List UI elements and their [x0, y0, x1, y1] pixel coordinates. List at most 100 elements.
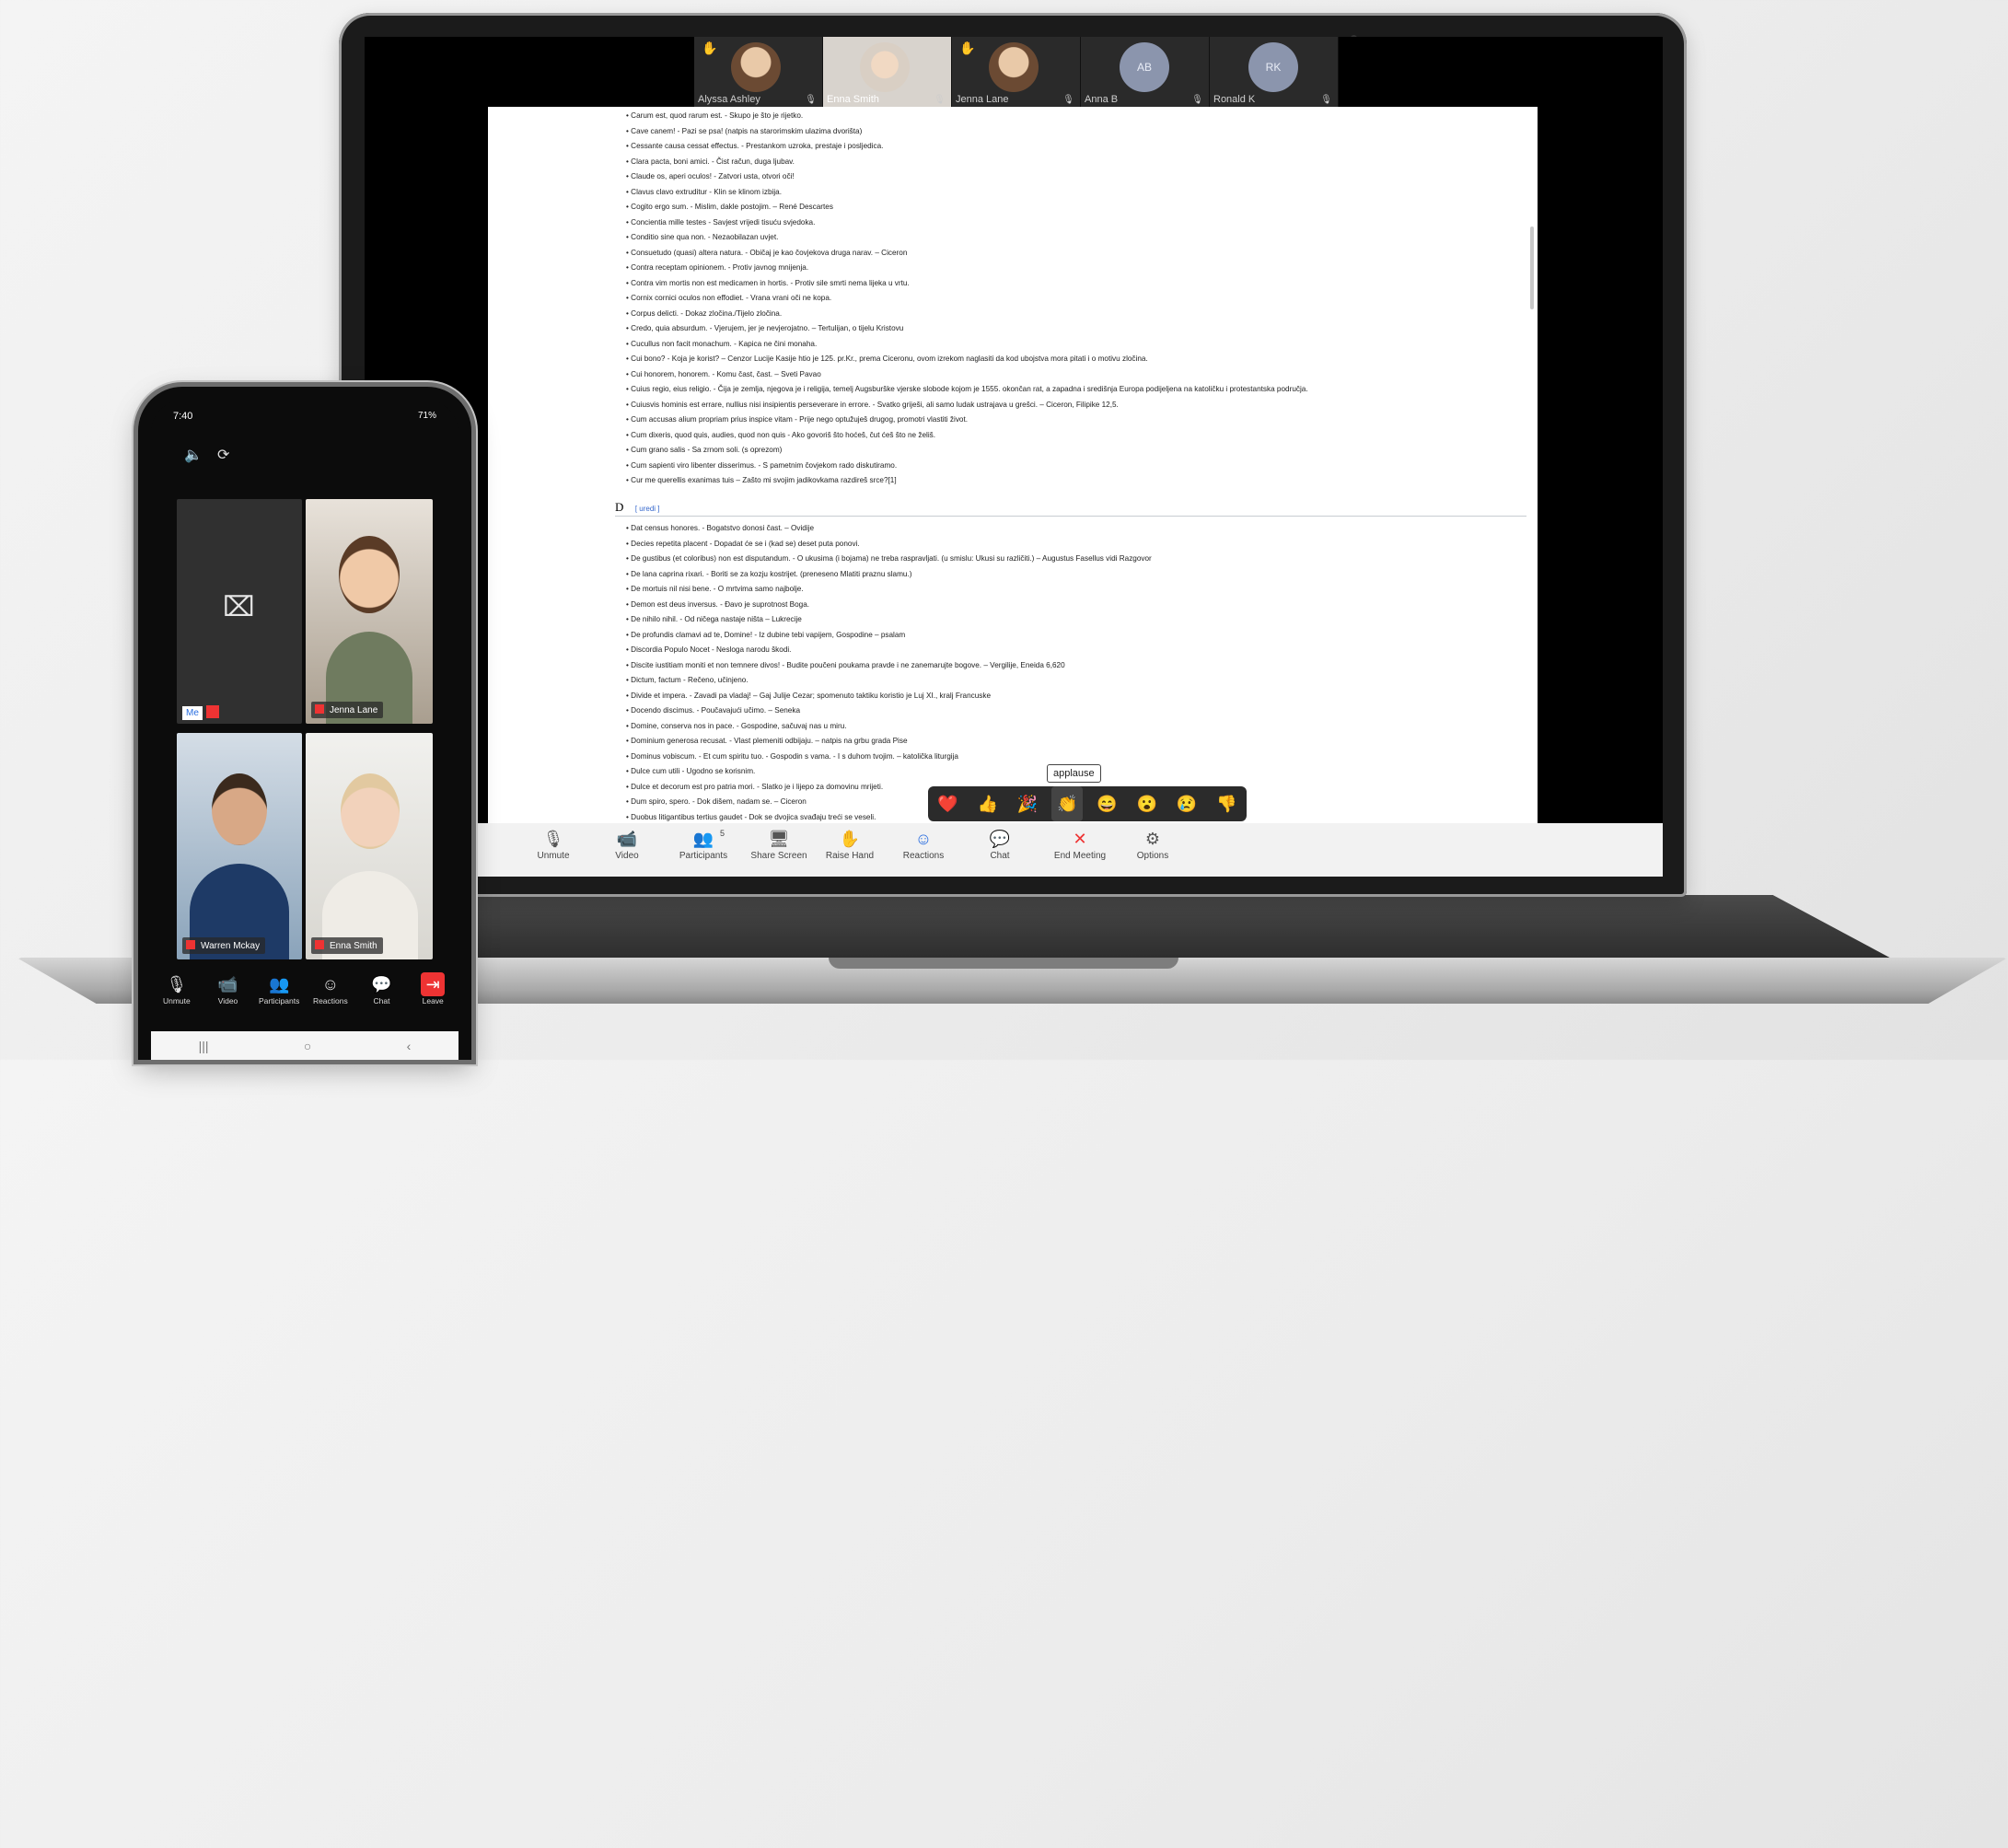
list-item: Cum dixeris, quod quis, audies, quod non…: [626, 428, 1538, 444]
list-item: Cogito ergo sum. - Mislim, dakle postoji…: [626, 200, 1538, 215]
video-icon: 📹: [217, 975, 238, 994]
reaction-emoji-icon[interactable]: 😢: [1171, 786, 1202, 821]
phone-participants-button[interactable]: 👥 Participants: [253, 972, 305, 1026]
list-item: Dominus vobiscum. - Et cum spiritu tuo. …: [626, 750, 1152, 765]
list-item: Carum est, quod rarum est. - Skupo je št…: [626, 109, 1538, 124]
reaction-emoji-icon[interactable]: 👍: [972, 786, 1004, 821]
avatar: [731, 42, 781, 92]
participants-icon: 👥: [268, 975, 290, 994]
reaction-emoji-icon[interactable]: 😮: [1132, 786, 1163, 821]
list-item: De gustibus (et coloribus) non est dispu…: [626, 552, 1152, 567]
video-button[interactable]: 📹 Video: [590, 827, 664, 861]
list-item: Decies repetita placent - Dopadat će se …: [626, 537, 1152, 552]
list-item: Divide et impera. - Zavadi pa vladaj! – …: [626, 689, 1152, 704]
video-tile-me[interactable]: ⌧ Me: [177, 499, 302, 724]
participant-tile[interactable]: Enna Smith 🎙: [823, 37, 952, 107]
reactions-popup: ❤️ 👍 🎉 👏 😄 😮 😢 👎: [928, 786, 1247, 821]
list-item: Corpus delicti. - Dokaz zločina./Tijelo …: [626, 307, 1538, 322]
speaker-icon[interactable]: 🔈: [184, 446, 203, 464]
tile-name: Warren Mckay: [201, 941, 261, 951]
reaction-emoji-icon[interactable]: 🎉: [1012, 786, 1043, 821]
mic-off-icon: 🎙: [542, 830, 564, 848]
list-item: Cucullus non facit monachum. - Kapica ne…: [626, 337, 1538, 353]
toolbar-label: Reactions: [312, 996, 348, 1005]
list-item: Clara pacta, boni amici. - Čist račun, d…: [626, 155, 1538, 170]
toolbar-label: Video: [615, 851, 639, 861]
end-meeting-icon: ✕: [1073, 830, 1087, 848]
participant-tile[interactable]: AB Anna B 🎙: [1081, 37, 1210, 107]
end-meeting-button[interactable]: ✕ End Meeting: [1043, 827, 1117, 861]
section-header-d: D [ uredi ]: [615, 499, 1526, 517]
list-item: Discite iustitiam moniti et non temnere …: [626, 658, 1152, 674]
tile-label: Enna Smith: [311, 937, 383, 954]
toolbar-label: Unmute: [537, 851, 570, 861]
list-item: Dictum, factum - Rečeno, učinjeno.: [626, 673, 1152, 689]
list-item: Cave canem! - Pazi se psa! (natpis na st…: [626, 124, 1538, 140]
switch-camera-icon[interactable]: ⟳: [217, 446, 229, 464]
avatar-initials: AB: [1120, 42, 1169, 92]
list-item: Conditio sine qua non. - Nezaobilazan uv…: [626, 230, 1538, 246]
phone-toolbar: 🎙 Unmute 📹 Video 👥 Participants ☺ Reactions 💬 Cha…: [151, 972, 458, 1026]
participant-strip: ✋ Alyssa Ashley 🎙 Enna Smith 🎙 ✋ Jenna L…: [694, 37, 1339, 107]
share-screen-button[interactable]: 🖥 Share Screen: [742, 827, 816, 861]
mic-muted-icon: 🎙: [1320, 95, 1332, 105]
reaction-emoji-icon[interactable]: 😄: [1092, 786, 1123, 821]
list-item: Domine, conserva nos in pace. - Gospodin…: [626, 719, 1152, 735]
recents-icon[interactable]: |||: [199, 1039, 209, 1053]
options-button[interactable]: ⚙ Options: [1116, 827, 1190, 861]
mic-muted-icon: 🎙: [1191, 95, 1203, 105]
reaction-emoji-icon[interactable]: 👎: [1211, 786, 1242, 821]
unmute-button[interactable]: 🎙 Unmute: [517, 827, 590, 861]
list-item: Clavus clavo extruditur - Klin se klinom…: [626, 185, 1538, 201]
list-item: Contra vim mortis non est medicamen in h…: [626, 276, 1538, 292]
video-tile-warren[interactable]: Warren Mckay: [177, 733, 302, 959]
phone-unmute-button[interactable]: 🎙 Unmute: [151, 972, 203, 1026]
reaction-tooltip: applause: [1047, 764, 1101, 783]
phone-video-button[interactable]: 📹 Video: [203, 972, 254, 1026]
participant-tile[interactable]: ✋ Alyssa Ashley 🎙: [694, 37, 823, 107]
toolbar-label: Leave: [422, 996, 444, 1005]
phone-screen: 7:40 71% 🔈 ⟳ ⌧ Me Jenna Lane Warren Mcka…: [151, 400, 458, 1060]
video-tile-enna[interactable]: Enna Smith: [306, 733, 433, 959]
unmute-icon: 🎙: [166, 975, 188, 994]
video-tile-jenna[interactable]: Jenna Lane: [306, 499, 433, 724]
toolbar-label: End Meeting: [1053, 851, 1107, 861]
scrollbar[interactable]: [1530, 227, 1534, 309]
toolbar-label: Share Screen: [750, 851, 807, 861]
list-item: Cornix cornici oculos non effodiet. - Vr…: [626, 291, 1538, 307]
participant-tile[interactable]: ✋ Jenna Lane 🎙: [952, 37, 1081, 107]
mic-muted-icon: [315, 704, 324, 714]
participants-icon: 👥: [692, 830, 714, 848]
participants-button[interactable]: 👥 Participants 5: [667, 827, 740, 861]
list-item: Dominium generosa recusat. - Vlast pleme…: [626, 734, 1152, 750]
chat-button[interactable]: 💬 Chat: [963, 827, 1037, 861]
phone-reactions-button[interactable]: ☺ Reactions: [305, 972, 356, 1026]
tile-name: Jenna Lane: [330, 705, 378, 715]
reaction-emoji-icon[interactable]: 👏: [1051, 786, 1084, 821]
participant-tile[interactable]: RK Ronald K 🎙: [1210, 37, 1339, 107]
toolbar-label: Options: [1136, 851, 1169, 861]
participant-name: Ronald K: [1213, 94, 1256, 105]
mic-muted-icon: [315, 940, 324, 949]
list-item: Concientia mille testes - Savjest vrijed…: [626, 215, 1538, 231]
list-item: Cum grano salis - Sa zrnom soli. (s opre…: [626, 443, 1538, 459]
section-edit-link[interactable]: [ uredi ]: [635, 505, 660, 513]
list-item: Cessante causa cessat effectus. - Presta…: [626, 139, 1538, 155]
phone-chat-button[interactable]: 💬 Chat: [356, 972, 408, 1026]
video-off-icon: 📹: [616, 830, 638, 848]
chat-icon: 💬: [989, 830, 1011, 848]
raise-hand-button[interactable]: ✋ Raise Hand: [813, 827, 887, 861]
list-item: Cui bono? - Koja je korist? – Cenzor Luc…: [626, 352, 1538, 367]
home-icon[interactable]: ○: [304, 1039, 311, 1053]
options-icon: ⚙: [1144, 830, 1161, 848]
participant-name: Alyssa Ashley: [698, 94, 760, 105]
list-item: Cuiusvis hominis est errare, nullius nis…: [626, 398, 1538, 413]
person-face: [341, 773, 400, 849]
back-icon[interactable]: ‹: [407, 1039, 412, 1053]
leave-icon: ⇥: [421, 972, 446, 996]
android-nav-bar: ||| ○ ‹: [151, 1031, 458, 1060]
phone-leave-button[interactable]: ⇥ Leave: [407, 972, 458, 1026]
reactions-button[interactable]: ☺ Reactions: [887, 827, 960, 861]
reaction-emoji-icon[interactable]: ❤️: [933, 786, 964, 821]
keyboard: [506, 1797, 1758, 1848]
